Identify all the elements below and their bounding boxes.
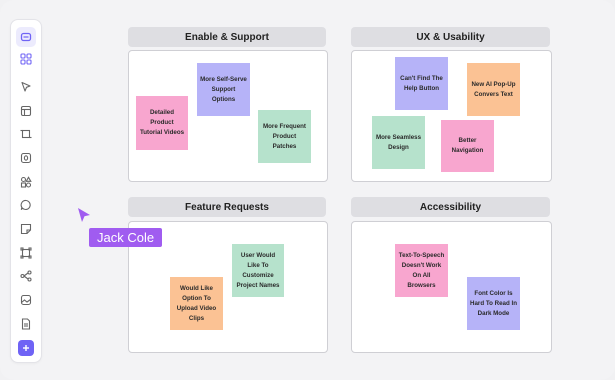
sticky-note[interactable]: Would Like Option To Upload Video Clips xyxy=(170,277,223,330)
left-toolbar xyxy=(10,19,42,363)
frame-icon[interactable] xyxy=(18,126,34,142)
section-title-enable-support[interactable]: Enable & Support xyxy=(128,27,326,47)
collaborator-name-tag: Jack Cole xyxy=(89,228,163,247)
section-title-accessibility[interactable]: Accessibility xyxy=(351,197,550,217)
whiteboard-canvas[interactable]: Enable & Support Detailed Product Tutori… xyxy=(0,0,615,380)
section-accessibility[interactable] xyxy=(351,221,552,353)
collaborator-cursor-icon xyxy=(78,208,90,222)
sticky-note[interactable]: Can't Find The Help Button xyxy=(395,57,448,110)
sticky-note-icon[interactable] xyxy=(18,221,34,237)
sticky-note[interactable]: More Seamless Design xyxy=(372,116,425,169)
layout-icon[interactable] xyxy=(18,103,34,119)
crop-icon[interactable] xyxy=(18,245,34,261)
sticky-note[interactable]: User Would Like To Customize Project Nam… xyxy=(232,244,284,297)
sticky-note[interactable]: Detailed Product Tutorial Videos xyxy=(136,96,188,150)
grid-icon[interactable] xyxy=(18,51,34,67)
text-icon[interactable] xyxy=(18,150,34,166)
shapes-icon[interactable] xyxy=(18,174,34,190)
sticky-note[interactable]: New AI Pop-Up Convers Text xyxy=(467,63,520,116)
sticky-note[interactable]: More Frequent Product Patches xyxy=(258,110,311,163)
document-icon[interactable] xyxy=(18,316,34,332)
image-icon[interactable] xyxy=(18,292,34,308)
section-title-feature-requests[interactable]: Feature Requests xyxy=(128,197,326,217)
add-icon[interactable] xyxy=(18,340,34,356)
board-icon[interactable] xyxy=(16,27,36,47)
connector-icon[interactable] xyxy=(18,268,34,284)
sticky-note[interactable]: Font Color Is Hard To Read In Dark Mode xyxy=(467,277,520,330)
section-title-ux-usability[interactable]: UX & Usability xyxy=(351,27,550,47)
sticky-note[interactable]: More Self-Serve Support Options xyxy=(197,63,250,116)
sticky-note[interactable]: Better Navigation xyxy=(441,120,494,172)
pointer-icon[interactable] xyxy=(18,79,34,95)
sticky-note[interactable]: Text-To-Speech Doesn't Work On All Brows… xyxy=(395,244,448,297)
comment-icon[interactable] xyxy=(18,197,34,213)
